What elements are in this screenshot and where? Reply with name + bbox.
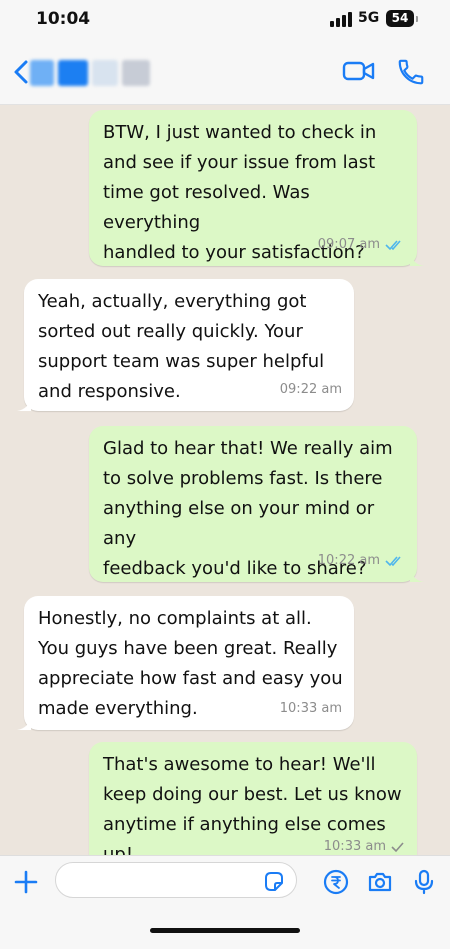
message-outgoing[interactable]: That's awesome to hear! We'll keep doing… (89, 742, 417, 855)
message-outgoing[interactable]: BTW, I just wanted to check in and see i… (89, 110, 424, 266)
message-time: 09:22 am (279, 382, 342, 397)
message-time: 09:07 am (317, 237, 380, 252)
message-incoming[interactable]: Honestly, no complaints at all. You guys… (17, 596, 354, 730)
message-time: 10:33 am (279, 701, 342, 716)
message-meta: 10:22 am (318, 546, 405, 576)
bubble-tail (17, 397, 31, 411)
bubble-tail (410, 252, 424, 266)
status-bar: 10:04 5G 54 (0, 0, 450, 40)
message-time: 10:33 am (323, 839, 386, 854)
message-meta: 09:07 am (318, 230, 405, 260)
signal-icon (330, 11, 352, 27)
sticker-icon[interactable] (262, 870, 286, 894)
battery-icon: 54 (386, 10, 418, 27)
home-indicator (150, 928, 300, 933)
message-meta: 10:33 am (280, 694, 342, 724)
plus-icon[interactable] (12, 868, 40, 896)
read-ticks-icon (385, 240, 401, 251)
message-input[interactable] (55, 862, 297, 898)
message-meta: 10:33 am (324, 832, 405, 855)
network-label: 5G (358, 10, 380, 26)
bubble-tail (410, 568, 424, 582)
message-incoming[interactable]: Yeah, actually, everything got sorted ou… (17, 279, 354, 411)
microphone-icon[interactable] (410, 868, 438, 896)
rupee-payment-icon[interactable] (322, 868, 350, 896)
read-ticks-icon (385, 556, 401, 567)
sent-tick-icon (391, 842, 404, 853)
chat-header (0, 40, 450, 105)
message-meta: 09:22 am (280, 375, 342, 405)
camera-icon[interactable] (366, 868, 394, 896)
status-time: 10:04 (36, 9, 91, 29)
bubble-tail (17, 716, 31, 730)
message-time: 10:22 am (317, 553, 380, 568)
video-call-icon[interactable] (342, 58, 376, 84)
message-outgoing[interactable]: Glad to hear that! We really aim to solv… (89, 426, 424, 582)
contact-name-redacted[interactable] (30, 60, 150, 86)
message-composer (0, 855, 450, 949)
message-list[interactable]: BTW, I just wanted to check in and see i… (0, 105, 450, 855)
phone-call-icon[interactable] (396, 57, 426, 87)
